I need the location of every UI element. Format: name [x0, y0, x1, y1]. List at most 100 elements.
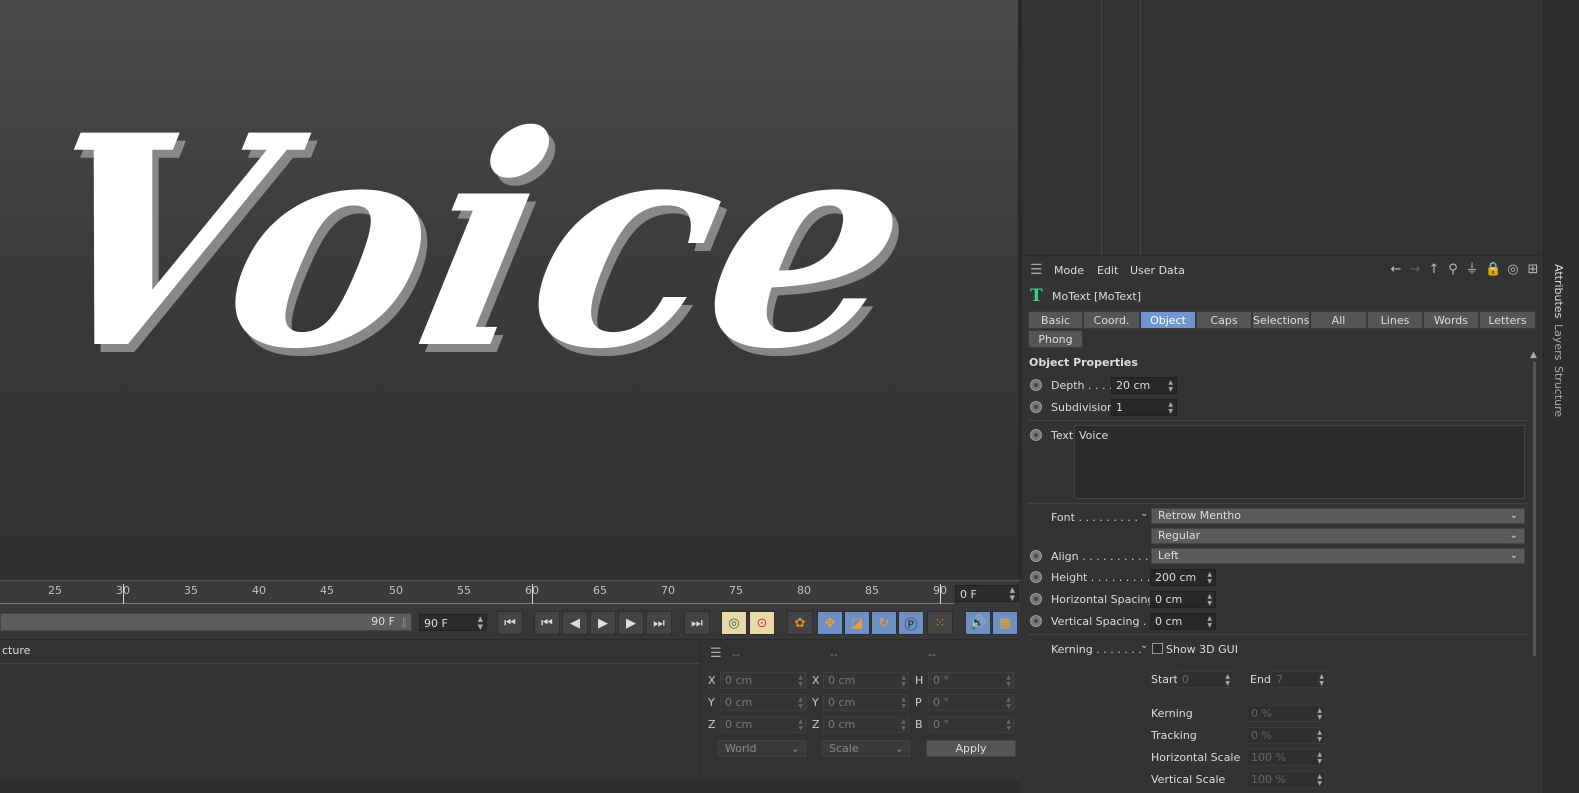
font-style-dropdown[interactable]: Regular ⌄	[1151, 528, 1525, 544]
menu-mode[interactable]: Mode	[1054, 264, 1084, 277]
record-keys-icon[interactable]: ◎	[721, 611, 747, 635]
tab-caps[interactable]: Caps	[1196, 311, 1252, 329]
tab-coord[interactable]: Coord.	[1083, 311, 1140, 329]
coordinate-mode-dropdown[interactable]: Scale ⌄	[822, 740, 910, 757]
hamburger-menu-icon[interactable]: ☰	[710, 646, 722, 661]
film-icon[interactable]: ▦	[992, 611, 1018, 635]
rotation-key-icon[interactable]: ↻	[871, 611, 897, 635]
go-to-start-icon[interactable]: ⏮	[497, 611, 523, 635]
size-x-field[interactable]: 0 cm ▲ ▼	[823, 672, 909, 689]
tracking-field[interactable]: 0 % ▲ ▼	[1246, 727, 1326, 744]
viewport-divider[interactable]	[1018, 0, 1022, 578]
spin-arrows-icon[interactable]: ▲ ▼	[1168, 379, 1173, 393]
next-frame-icon[interactable]: ▶	[618, 611, 644, 635]
forward-arrow-icon[interactable]: →	[1407, 262, 1423, 278]
size-y-field[interactable]: 0 cm ▲ ▼	[823, 694, 909, 711]
tab-phong[interactable]: Phong	[1028, 330, 1083, 348]
spin-arrows-icon[interactable]: ▲ ▼	[1317, 707, 1322, 721]
spin-arrows-icon[interactable]: ▲ ▼	[901, 718, 906, 732]
animate-toggle-icon[interactable]	[1030, 429, 1042, 441]
spin-arrows-icon[interactable]: ▲ ▼	[1225, 673, 1230, 687]
spin-arrows-icon[interactable]: ▲ ▼	[1317, 773, 1322, 787]
text-input[interactable]: Voice	[1074, 425, 1525, 499]
side-tab-attributes[interactable]: Attributes	[1552, 264, 1565, 318]
position-x-field[interactable]: 0 cm ▲ ▼	[720, 672, 806, 689]
column-divider[interactable]	[1140, 0, 1141, 255]
show-3d-gui-checkbox[interactable]	[1152, 643, 1163, 654]
preview-range-slider[interactable]: 90 F ‖	[0, 613, 412, 631]
spin-arrows-icon[interactable]: ▲ ▼	[1207, 571, 1212, 585]
back-arrow-icon[interactable]: ←	[1388, 262, 1404, 278]
depth-field[interactable]: 20 cm ▲ ▼	[1111, 377, 1177, 394]
timeline-ruler[interactable]: 25 30 35 40 45 50 55 60 65 70 75 80 85 9…	[0, 580, 1020, 607]
animate-toggle-icon[interactable]	[1030, 401, 1042, 413]
go-to-end-icon[interactable]: ⏭	[684, 611, 710, 635]
spin-arrows-icon[interactable]: ▲ ▼	[901, 674, 906, 688]
structure-panel[interactable]: cture	[0, 640, 701, 780]
kerning-value-field[interactable]: 0 % ▲ ▼	[1246, 705, 1326, 722]
keyframe-selection-icon[interactable]: ✿	[787, 611, 813, 635]
scale-key-icon[interactable]: ◪	[844, 611, 870, 635]
side-tab-layers[interactable]: Layers	[1552, 324, 1565, 360]
start-field[interactable]: 0 ▲ ▼	[1177, 671, 1234, 688]
chevron-down-icon[interactable]: ⌄	[1140, 508, 1148, 519]
spin-arrows-icon[interactable]: ▲ ▼	[1317, 729, 1322, 743]
point-level-icon[interactable]: ⁙	[927, 611, 953, 635]
spin-arrows-icon[interactable]: ▲ ▼	[1006, 674, 1011, 688]
spin-arrows-icon[interactable]: ▲ ▼	[1207, 593, 1212, 607]
spin-arrows-icon[interactable]: ▲ ▼	[798, 718, 803, 732]
column-divider[interactable]	[1101, 0, 1102, 255]
menu-edit[interactable]: Edit	[1097, 264, 1118, 277]
animate-toggle-icon[interactable]	[1030, 593, 1042, 605]
animate-toggle-icon[interactable]	[1030, 571, 1042, 583]
scroll-up-icon[interactable]: ▲	[1530, 350, 1537, 360]
chevron-down-icon[interactable]: ⌄	[1140, 640, 1148, 651]
new-panel-icon[interactable]: ⊞	[1525, 262, 1541, 278]
tab-words[interactable]: Words	[1423, 311, 1479, 329]
sound-icon[interactable]: 🔊	[965, 611, 991, 635]
spin-arrows-icon[interactable]: ▲ ▼	[1319, 673, 1324, 687]
filter-icon[interactable]: ⏚	[1464, 262, 1480, 278]
target-icon[interactable]: ◎	[1505, 262, 1521, 278]
vertical-spacing-field[interactable]: 0 cm ▲ ▼	[1150, 613, 1216, 630]
spin-arrows-icon[interactable]: ▲ ▼	[478, 615, 483, 631]
autokey-icon[interactable]: ⊙	[749, 611, 775, 635]
previous-key-icon[interactable]: ⏮	[534, 611, 560, 635]
range-handle-icon[interactable]: ‖	[402, 615, 408, 628]
spin-arrows-icon[interactable]: ▲ ▼	[1006, 696, 1011, 710]
position-key-icon[interactable]: ✥	[817, 611, 843, 635]
rotation-h-field[interactable]: 0 ° ▲ ▼	[928, 672, 1014, 689]
vertical-scale-field[interactable]: 100 % ▲ ▼	[1246, 771, 1326, 788]
rotation-b-field[interactable]: 0 ° ▲ ▼	[928, 716, 1014, 733]
spin-arrows-icon[interactable]: ▲ ▼	[1207, 615, 1212, 629]
animate-toggle-icon[interactable]	[1030, 550, 1042, 562]
next-key-icon[interactable]: ⏭	[646, 611, 672, 635]
position-y-field[interactable]: 0 cm ▲ ▼	[720, 694, 806, 711]
animate-toggle-icon[interactable]	[1030, 615, 1042, 627]
spin-arrows-icon[interactable]: ▲ ▼	[798, 674, 803, 688]
viewport[interactable]: Voice Voice	[0, 0, 1018, 578]
play-icon[interactable]: ▶	[590, 611, 616, 635]
tab-all[interactable]: All	[1310, 311, 1367, 329]
horizontal-spacing-field[interactable]: 0 cm ▲ ▼	[1150, 591, 1216, 608]
hamburger-menu-icon[interactable]: ☰	[1030, 262, 1043, 278]
animate-toggle-icon[interactable]	[1030, 379, 1042, 391]
previous-frame-icon[interactable]: ◀	[562, 611, 588, 635]
tab-object[interactable]: Object	[1140, 311, 1196, 329]
tab-letters[interactable]: Letters	[1479, 311, 1536, 329]
spin-arrows-icon[interactable]: ▲ ▼	[1010, 586, 1015, 602]
spin-arrows-icon[interactable]: ▲ ▼	[1168, 401, 1173, 415]
object-manager-panel[interactable]	[1024, 0, 1542, 256]
size-z-field[interactable]: 0 cm ▲ ▼	[823, 716, 909, 733]
rotation-p-field[interactable]: 0 ° ▲ ▼	[928, 694, 1014, 711]
lock-icon[interactable]: 🔒	[1485, 262, 1501, 278]
tab-lines[interactable]: Lines	[1367, 311, 1423, 329]
tab-selections[interactable]: Selections	[1252, 311, 1310, 329]
tab-basic[interactable]: Basic	[1028, 311, 1083, 329]
position-z-field[interactable]: 0 cm ▲ ▼	[720, 716, 806, 733]
end-field[interactable]: 7 ▲ ▼	[1271, 671, 1328, 688]
end-frame-field[interactable]: 90 F ▲ ▼	[419, 614, 487, 631]
subdivision-field[interactable]: 1 ▲ ▼	[1111, 399, 1177, 416]
spin-arrows-icon[interactable]: ▲ ▼	[1317, 751, 1322, 765]
menu-user-data[interactable]: User Data	[1130, 264, 1185, 277]
